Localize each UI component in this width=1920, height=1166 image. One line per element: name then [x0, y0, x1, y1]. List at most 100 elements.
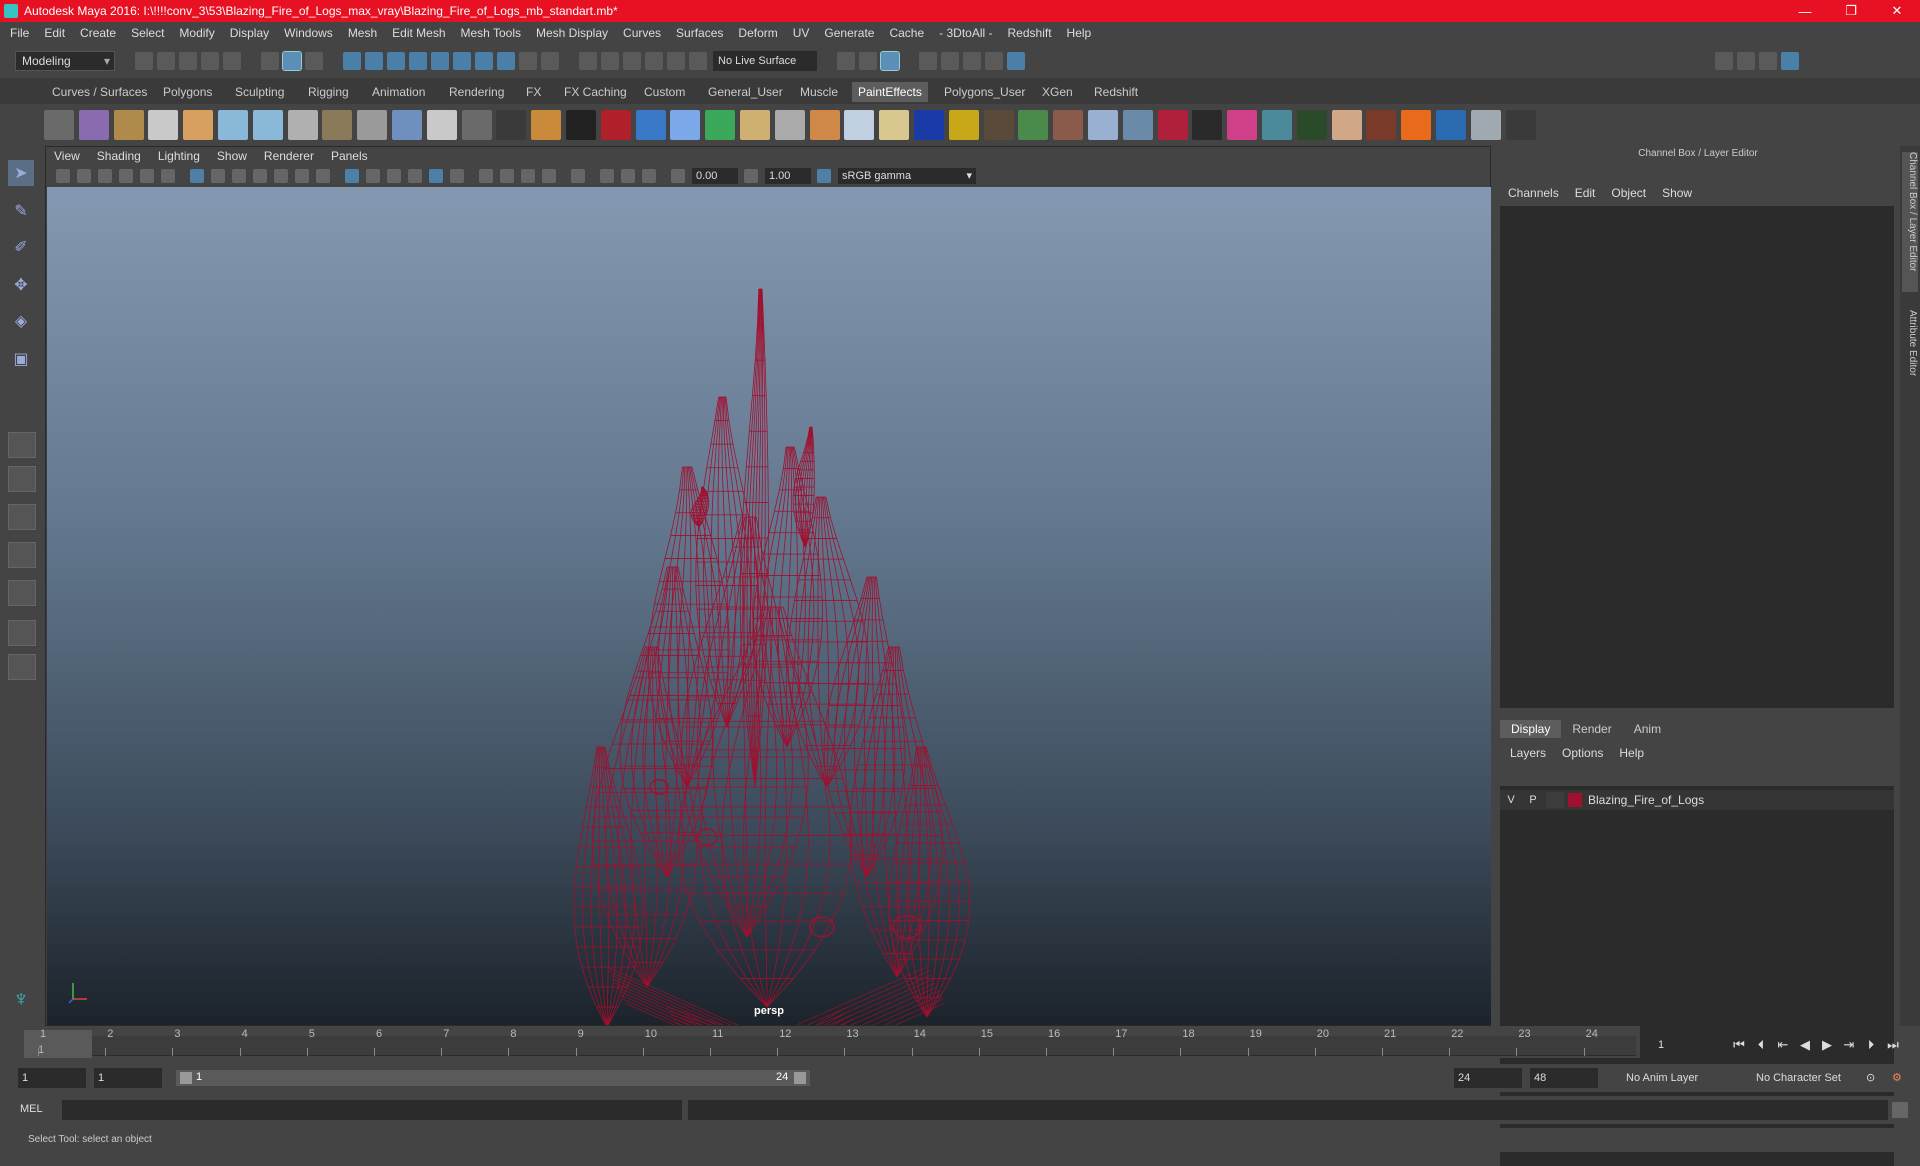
menu-redshift[interactable]: Redshift — [1008, 26, 1052, 40]
paint-brush-preset-icon[interactable] — [983, 110, 1014, 140]
shelf-tab-rigging[interactable]: Rigging — [302, 82, 355, 102]
lasso-tool-icon[interactable]: ✎ — [8, 198, 34, 224]
tab-render[interactable]: Render — [1561, 720, 1622, 738]
hypershade-icon[interactable] — [1007, 52, 1025, 70]
layer-visibility-toggle[interactable]: V — [1500, 794, 1522, 806]
snap-grid-icon[interactable] — [579, 52, 597, 70]
select-object-icon[interactable] — [282, 51, 302, 71]
smooth-shade-icon[interactable] — [366, 169, 380, 183]
view-transform-dropdown[interactable]: sRGB gamma — [838, 168, 976, 184]
viewport-menu-panels[interactable]: Panels — [331, 149, 368, 163]
live-surface-field[interactable]: No Live Surface — [713, 51, 817, 71]
channels-menu[interactable]: Channels — [1508, 186, 1559, 200]
make-live-icon[interactable] — [689, 52, 707, 70]
step-forward-key-icon[interactable]: ⏵ — [1862, 1036, 1880, 1054]
lock-selection-icon[interactable] — [519, 52, 537, 70]
cb-edit-menu[interactable]: Edit — [1575, 186, 1596, 200]
paint-brush-preset-icon[interactable] — [1192, 110, 1223, 140]
save-scene-icon[interactable] — [179, 52, 197, 70]
script-editor-icon[interactable] — [1892, 1102, 1908, 1118]
render-settings-icon[interactable] — [985, 52, 1003, 70]
shelf-tab-rendering[interactable]: Rendering — [443, 82, 510, 102]
select-misc-icon[interactable] — [497, 52, 515, 70]
image-plane-icon[interactable] — [119, 169, 133, 183]
paint-brush-preset-icon[interactable] — [426, 110, 457, 140]
ipr-render-icon[interactable] — [963, 52, 981, 70]
command-input[interactable] — [62, 1100, 682, 1120]
go-to-end-icon[interactable]: ⏭ — [1884, 1036, 1902, 1054]
grid-toggle-icon[interactable] — [190, 169, 204, 183]
depth-of-field-icon[interactable] — [542, 169, 556, 183]
anti-aliasing-icon[interactable] — [521, 169, 535, 183]
snap-curve-icon[interactable] — [601, 52, 619, 70]
cb-object-menu[interactable]: Object — [1611, 186, 1646, 200]
menu-generate[interactable]: Generate — [824, 26, 874, 40]
persp-outliner-layout-icon[interactable] — [8, 504, 36, 530]
gamma-icon[interactable] — [744, 169, 758, 183]
render-view-icon[interactable] — [919, 52, 937, 70]
paint-brush-preset-icon[interactable] — [148, 110, 179, 140]
paint-brush-preset-icon[interactable] — [183, 110, 214, 140]
wireframe-icon[interactable] — [345, 169, 359, 183]
resolution-gate-icon[interactable] — [232, 169, 246, 183]
select-render-icon[interactable] — [475, 52, 493, 70]
paint-brush-preset-icon[interactable] — [392, 110, 422, 140]
shelf-tab-animation[interactable]: Animation — [366, 82, 431, 102]
rotate-tool-icon[interactable]: ◈ — [8, 308, 34, 334]
xray-joints-icon[interactable] — [642, 169, 656, 183]
paint-brush-preset-icon[interactable] — [1366, 110, 1397, 140]
play-backwards-icon[interactable]: ◀ — [1796, 1036, 1814, 1054]
channel-box-toggle-icon[interactable] — [1781, 52, 1799, 70]
single-perspective-layout-icon[interactable] — [8, 432, 36, 458]
highlight-selection-icon[interactable] — [541, 52, 559, 70]
menu-set-dropdown[interactable]: Modeling — [15, 51, 115, 71]
go-to-start-icon[interactable]: ⏮ — [1730, 1036, 1748, 1054]
exposure-field[interactable]: 0.00 — [692, 168, 738, 184]
paint-brush-preset-icon[interactable] — [670, 110, 701, 140]
snap-view-plane-icon[interactable] — [667, 52, 685, 70]
step-back-key-icon[interactable]: ⏴ — [1752, 1036, 1770, 1054]
paint-brush-preset-icon[interactable] — [948, 110, 979, 140]
paint-brush-preset-icon[interactable] — [844, 110, 875, 140]
viewport-menu-shading[interactable]: Shading — [97, 149, 141, 163]
paint-brush-preset-icon[interactable] — [1262, 110, 1292, 140]
playback-end-field[interactable]: 24 — [1454, 1068, 1522, 1088]
new-scene-icon[interactable] — [135, 52, 153, 70]
step-forward-frame-icon[interactable]: ⇥ — [1840, 1036, 1858, 1054]
persp-graph-layout-icon[interactable] — [8, 542, 36, 568]
select-hierarchy-icon[interactable] — [261, 52, 279, 70]
menu-modify[interactable]: Modify — [179, 26, 214, 40]
textured-icon[interactable] — [408, 169, 422, 183]
grease-pencil-icon[interactable] — [161, 169, 175, 183]
use-all-lights-icon[interactable] — [429, 169, 443, 183]
paint-brush-preset-icon[interactable] — [44, 110, 74, 140]
paint-brush-preset-icon[interactable] — [113, 110, 144, 140]
move-tool-icon[interactable]: ✥ — [8, 272, 34, 298]
wireframe-on-shaded-icon[interactable] — [387, 169, 401, 183]
current-time-indicator[interactable] — [24, 1030, 92, 1058]
play-forwards-icon[interactable]: ▶ — [1818, 1036, 1836, 1054]
viewport-menu-view[interactable]: View — [54, 149, 80, 163]
shelf-tab-fx[interactable]: FX — [520, 82, 547, 102]
paint-brush-preset-icon[interactable] — [252, 110, 283, 140]
paint-brush-preset-icon[interactable] — [740, 110, 770, 140]
menu-3dtoall[interactable]: - 3DtoAll - — [939, 26, 992, 40]
time-slider[interactable]: 1 1 2 3 4 5 6 7 8 9 10 11 12 13 14 15 16 17 18 19 20 21 22 23 2… — [20, 1026, 1640, 1058]
construction-history-icon[interactable] — [880, 51, 900, 71]
menu-edit-mesh[interactable]: Edit Mesh — [392, 26, 445, 40]
viewport-menu-renderer[interactable]: Renderer — [264, 149, 314, 163]
shelf-tab-curves-surfaces[interactable]: Curves / Surfaces — [46, 82, 153, 102]
redo-icon[interactable] — [223, 52, 241, 70]
anim-layer-dropdown[interactable]: No Anim Layer — [1620, 1068, 1736, 1088]
camera-select-icon[interactable] — [56, 169, 70, 183]
safe-action-icon[interactable] — [295, 169, 309, 183]
menu-uv[interactable]: UV — [793, 26, 810, 40]
paint-select-tool-icon[interactable]: ✐ — [8, 234, 34, 260]
paint-brush-preset-icon[interactable] — [1088, 110, 1118, 140]
shelf-tab-polygons-user[interactable]: Polygons_User — [938, 82, 1031, 102]
hypershade-layout-icon[interactable] — [8, 620, 36, 646]
paint-brush-preset-icon[interactable] — [322, 110, 353, 140]
layer-playback-toggle[interactable]: P — [1522, 794, 1544, 806]
animation-prefs-icon[interactable]: ⚙ — [1886, 1068, 1906, 1088]
film-gate-icon[interactable] — [211, 169, 225, 183]
